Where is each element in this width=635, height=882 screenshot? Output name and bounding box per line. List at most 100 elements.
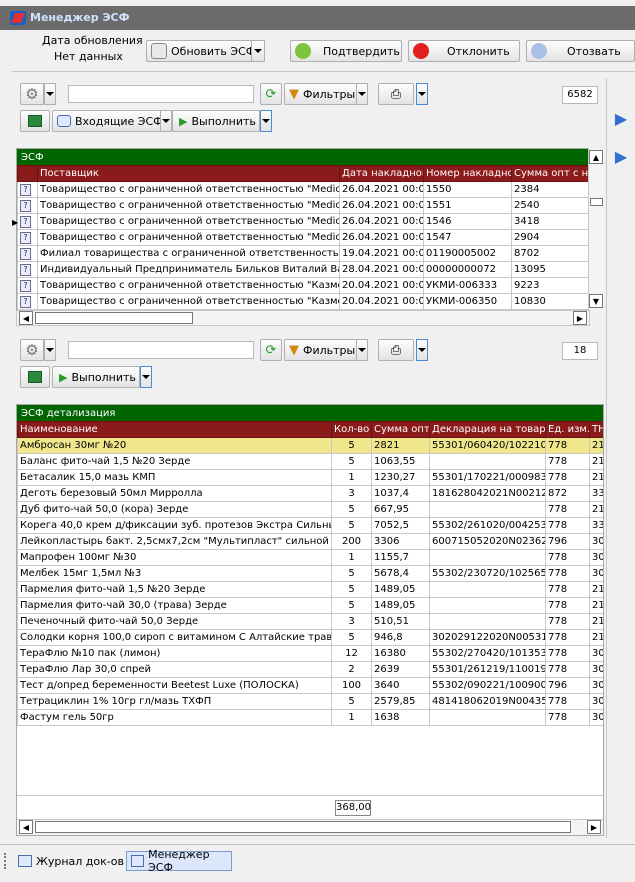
esf-grid-vscrollbar[interactable]: ▲ ▼ <box>588 148 604 312</box>
detail-scroll-left-arrow[interactable]: ◀ <box>19 820 33 834</box>
hscroll-thumb[interactable] <box>35 312 193 324</box>
detail-table-row[interactable]: Солодки корня 100,0 сироп с витамином С … <box>17 629 603 646</box>
detail-table-row[interactable]: Бетасалик 15,0 мазь КМП 1 1230,27 55301/170… <box>17 469 603 486</box>
sum-cell: 7052,5 <box>371 517 430 534</box>
detail-settings-button[interactable]: ⚙ <box>20 339 44 361</box>
execute-button[interactable]: ▶ Выполнить <box>172 110 260 132</box>
esf-grid-hscrollbar[interactable]: ◀ ▶ <box>16 310 590 326</box>
column-header-unit[interactable]: Ед. изм. <box>545 421 590 438</box>
detail-table-row[interactable]: Тетрациклин 1% 10гр гл/мазь ТХФП 5 2579,85… <box>17 693 603 710</box>
recall-button[interactable]: Отозвать <box>526 40 635 62</box>
detail-table-row[interactable]: Мапрофен 100мг №30 1 1155,7 778 30 <box>17 549 603 566</box>
column-header-name[interactable]: Наименование <box>17 421 332 438</box>
esf-table-row[interactable]: ? Товарищество с ограниченной ответственн… <box>17 277 589 294</box>
esf-table-row[interactable]: ? Филиал товарищества с ограниченной отве… <box>17 245 589 262</box>
detail-print-button[interactable]: ⎙ <box>378 339 414 361</box>
detail-table-row[interactable]: Тест д/опред беременности Beetest Luxe (… <box>17 677 603 694</box>
incoming-dropdown-arrow[interactable] <box>160 110 172 132</box>
detail-hscroll-thumb[interactable] <box>35 821 571 833</box>
tab-esf-manager[interactable]: Менеджер ЭСФ <box>126 848 232 874</box>
expand-right-icon-2[interactable]: ▶ <box>611 146 631 168</box>
esf-grid-title: ЭСФ <box>17 149 589 165</box>
sum-cell: 1155,7 <box>371 549 430 566</box>
scroll-thumb[interactable] <box>590 198 603 206</box>
detail-table-row[interactable]: Амбросан 30мг №20 5 2821 55301/060420/10221… <box>17 437 603 454</box>
detail-table-row[interactable]: Пармелия фито-чай 1,5 №20 Зерде 5 1489,05 7… <box>17 581 603 598</box>
scroll-up-arrow[interactable]: ▲ <box>589 150 603 164</box>
sum-cell: 16380 <box>371 645 430 662</box>
scroll-right-arrow[interactable]: ▶ <box>573 311 587 325</box>
detail-excel-export-button[interactable] <box>20 366 50 388</box>
refresh-dropdown-arrow[interactable] <box>251 40 265 62</box>
filters-button[interactable]: ▼ Фильтры <box>284 83 366 105</box>
reject-button[interactable]: Отклонить <box>408 40 520 62</box>
name-cell: Фастум гель 50гр <box>17 709 332 726</box>
unit-cell: 796 <box>545 677 590 694</box>
detail-reload-button[interactable]: ⟳ <box>260 339 282 361</box>
detail-settings-dropdown-arrow[interactable] <box>44 339 56 361</box>
reload-button[interactable]: ⟳ <box>260 83 282 105</box>
detail-table-row[interactable]: Корега 40,0 крем д/фиксации зуб. протезо… <box>17 517 603 534</box>
detail-table-row[interactable]: Баланс фито-чай 1,5 №20 Зерде 5 1063,55 778… <box>17 453 603 470</box>
print-button[interactable]: ⎙ <box>378 83 414 105</box>
column-header-invoice-date[interactable]: Дата накладной <box>339 165 424 182</box>
tn-cell: 30 <box>589 645 603 662</box>
detail-filters-dropdown-arrow[interactable] <box>356 339 368 361</box>
settings-gear-button[interactable]: ⚙ <box>20 83 44 105</box>
tn-cell: 21 <box>589 597 603 614</box>
detail-filters-button[interactable]: ▼ Фильтры <box>284 339 366 361</box>
column-header-sum[interactable]: Сумма опт. <box>371 421 430 438</box>
execute-dropdown-arrow[interactable] <box>260 110 272 132</box>
column-header-tn[interactable]: ТН <box>589 421 603 438</box>
filters-dropdown-arrow[interactable] <box>356 83 368 105</box>
print-dropdown-arrow[interactable] <box>416 83 428 105</box>
detail-table-row[interactable]: Фастум гель 50гр 1 1638 778 30 <box>17 709 603 726</box>
name-cell: Пармелия фито-чай 1,5 №20 Зерде <box>17 581 332 598</box>
scroll-down-arrow[interactable]: ▼ <box>589 294 603 308</box>
esf-table-row[interactable]: ? Товарищество с ограниченной ответственн… <box>17 229 589 246</box>
detail-table-row[interactable]: ТераФлю Лар 30,0 спрей 2 2639 55301/261219/… <box>17 661 603 678</box>
funnel-icon: ▼ <box>289 86 299 102</box>
detail-scroll-right-arrow[interactable]: ▶ <box>587 820 601 834</box>
search-input[interactable] <box>68 85 254 103</box>
column-header-wholesale-sum[interactable]: Сумма опт с нал <box>511 165 589 182</box>
refresh-esf-button[interactable]: Обновить ЭСФ <box>146 40 255 62</box>
invoice-date-cell: 26.04.2021 00:00 <box>339 229 424 246</box>
detail-table-row[interactable]: Деготь березовый 50мл Мирролла 3 1037,4 181… <box>17 485 603 502</box>
confirm-button[interactable]: Подтвердить <box>290 40 402 62</box>
expand-right-icon[interactable]: ▶ <box>611 108 631 130</box>
column-header-supplier[interactable]: Поставщик <box>37 165 340 182</box>
esf-table-row[interactable]: ? Товарищество с ограниченной ответственн… <box>17 197 589 214</box>
detail-hscrollbar[interactable]: ◀ ▶ <box>17 819 603 835</box>
incoming-esf-button[interactable]: Входящие ЭСФ <box>52 110 163 132</box>
detail-print-dropdown-arrow[interactable] <box>416 339 428 361</box>
detail-table-row[interactable]: Лейкопластырь бакт. 2,5смх7,2см "Мультип… <box>17 533 603 550</box>
detail-execute-button[interactable]: ▶ Выполнить <box>52 366 140 388</box>
scroll-left-arrow[interactable]: ◀ <box>19 311 33 325</box>
column-header-quantity[interactable]: Кол-во <box>331 421 372 438</box>
detail-table-row[interactable]: Пармелия фито-чай 30,0 (трава) Зерде 5 148… <box>17 597 603 614</box>
column-header-declaration[interactable]: Декларация на товары <box>429 421 546 438</box>
quantity-cell: 5 <box>331 581 372 598</box>
esf-table-row[interactable]: ? Товарищество с ограниченной ответственн… <box>17 181 589 198</box>
invoice-number-cell: 01190005002 <box>423 245 512 262</box>
play-icon: ▶ <box>59 370 68 384</box>
esf-table: Поставщик Дата накладной Номер накладной… <box>17 165 589 310</box>
detail-table-row[interactable]: Мелбек 15мг 1,5мл №3 5 5678,4 55302/230720/… <box>17 565 603 582</box>
settings-dropdown-arrow[interactable] <box>44 83 56 105</box>
name-cell: Лейкопластырь бакт. 2,5смх7,2см "Мультип… <box>17 533 332 550</box>
detail-table-row[interactable]: Печеночный фито-чай 50,0 Зерде 3 510,51 778… <box>17 613 603 630</box>
detail-table-row[interactable]: Дуб фито-чай 50,0 (кора) Зерде 5 667,95 778… <box>17 501 603 518</box>
column-header-invoice-number[interactable]: Номер накладной <box>423 165 512 182</box>
esf-table-row[interactable]: ? Товарищество с ограниченной ответственн… <box>17 213 589 230</box>
column-header-icon[interactable] <box>17 165 38 182</box>
detail-execute-dropdown-arrow[interactable] <box>140 366 152 388</box>
unit-cell: 778 <box>545 597 590 614</box>
detail-table-row[interactable]: ТераФлю №10 пак (лимон) 12 16380 55302/2704… <box>17 645 603 662</box>
esf-table-row[interactable]: ? Индивидуальный Предприниматель Бильков … <box>17 261 589 278</box>
detail-search-input[interactable] <box>68 341 254 359</box>
excel-export-button[interactable] <box>20 110 50 132</box>
unit-cell: 778 <box>545 645 590 662</box>
tab-document-journal[interactable]: Журнал док-ов <box>14 851 124 871</box>
esf-table-row[interactable]: ? Товарищество с ограниченной ответственн… <box>17 293 589 310</box>
